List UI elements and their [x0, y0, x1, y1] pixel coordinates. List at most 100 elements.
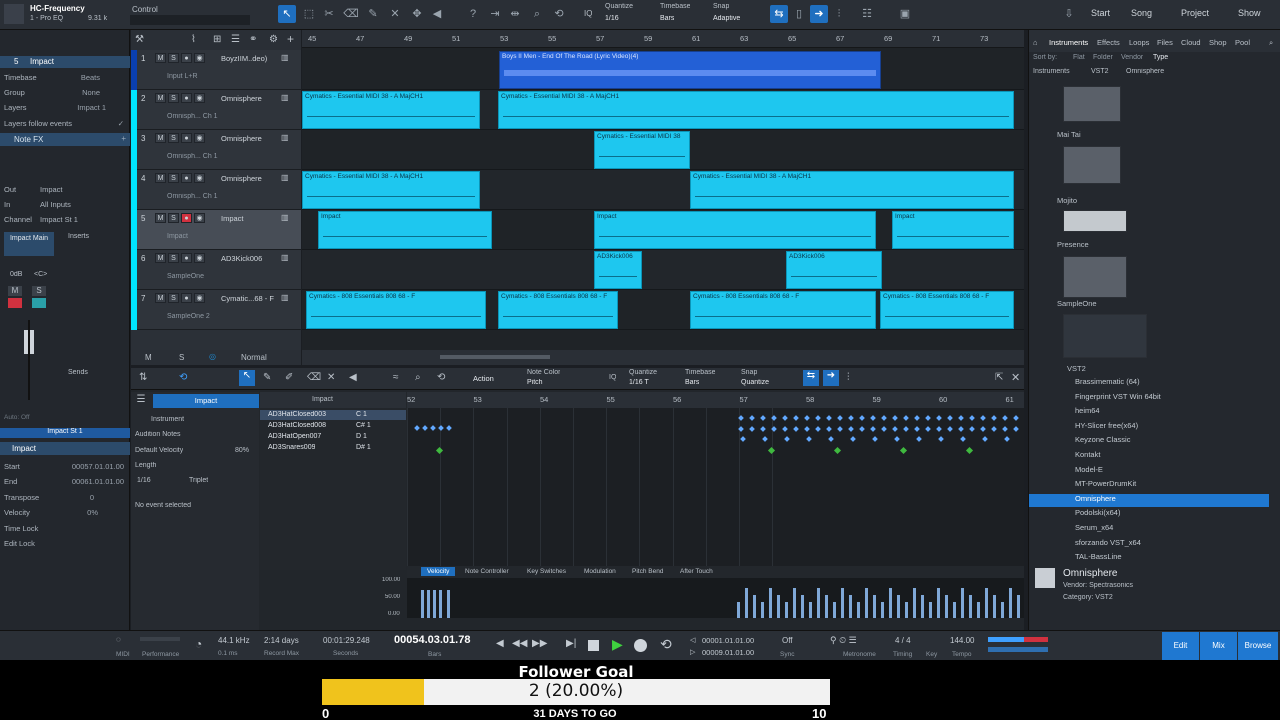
note-event[interactable] [414, 425, 420, 431]
track-header[interactable]: 5 M S ● ◉ Impact ▥ Impact [131, 210, 301, 250]
monitor-button[interactable]: ◉ [194, 293, 205, 303]
editor-mute-icon[interactable]: ✕ [327, 372, 335, 383]
download-icon[interactable]: ⇩ [1060, 5, 1078, 23]
velocity-bar[interactable] [849, 595, 852, 618]
eraser-tool-icon[interactable]: ⌫ [342, 5, 360, 23]
velocity-bar[interactable] [1017, 595, 1020, 618]
end-icon[interactable]: ▶| [566, 638, 576, 649]
monitor-button[interactable]: ◉ [194, 93, 205, 103]
plugin-item[interactable]: Serum_x64 [1061, 523, 1261, 536]
note-event[interactable] [947, 426, 953, 432]
instrument-icon[interactable]: ▥ [281, 53, 289, 62]
editor-ripple-icon[interactable]: ⫶ [847, 372, 850, 383]
editor-snap-select[interactable]: Quantize [741, 379, 769, 386]
sync-value[interactable]: Off [782, 636, 793, 645]
plugin-icon[interactable] [4, 4, 24, 24]
note-event[interactable] [958, 415, 964, 421]
mute-button[interactable]: M [155, 173, 166, 183]
time-seconds[interactable]: 00:01:29.248 [323, 636, 370, 645]
layout-icon[interactable]: ☷ [858, 5, 876, 23]
note-event[interactable] [881, 415, 887, 421]
arrange-clip[interactable]: AD3Kick006 [594, 251, 642, 289]
arrange-clip[interactable]: Cymatics - Essential MIDI 38 - A MajCH1 [498, 91, 1014, 129]
event-row[interactable]: End 00061.01.01.00 [4, 477, 126, 489]
path-instruments[interactable]: Instruments [1033, 68, 1070, 75]
note-event[interactable] [848, 426, 854, 432]
preset-thumbnail[interactable] [1063, 256, 1127, 298]
monitor-button[interactable]: ◉ [194, 173, 205, 183]
iq-icon[interactable]: IQ [609, 374, 616, 381]
view-icon[interactable]: ▣ [896, 5, 914, 23]
scroll-thumb[interactable] [440, 355, 550, 359]
note-event[interactable] [1002, 426, 1008, 432]
arrange-scrollbar[interactable] [302, 350, 1024, 365]
tab-pool[interactable]: Pool [1235, 38, 1250, 47]
tab-shop[interactable]: Shop [1209, 38, 1227, 47]
arrange-clip[interactable]: Impact [318, 211, 492, 249]
editor-ruler[interactable]: 52 53 54 55 56 57 58 59 60 61 [407, 392, 1024, 408]
note-event[interactable] [850, 436, 856, 442]
preset-thumbnail[interactable] [1063, 146, 1121, 184]
note-event[interactable] [859, 415, 865, 421]
note-event[interactable] [991, 415, 997, 421]
path-vst2[interactable]: VST2 [1091, 68, 1109, 75]
note-event[interactable] [914, 415, 920, 421]
solo-button[interactable]: S [168, 253, 179, 263]
plugin-preset[interactable]: 1 - Pro EQ [30, 15, 63, 22]
editor-list-icon[interactable]: ☰ [131, 394, 151, 408]
lane-tab-velocity[interactable]: Velocity [421, 567, 456, 576]
note-event[interactable] [982, 436, 988, 442]
velocity-bar[interactable] [921, 595, 924, 618]
folder-vst2[interactable]: VST2 [1067, 364, 1086, 373]
pad-row[interactable]: AD3HatClosed003 C 1 [260, 410, 406, 420]
velocity-bar[interactable] [913, 588, 916, 618]
track-input[interactable]: Input L+R [167, 73, 247, 80]
note-event[interactable] [804, 426, 810, 432]
note-event[interactable] [749, 415, 755, 421]
arrange-clip[interactable]: Cymatics - Essential MIDI 38 - A MajCH1 [302, 91, 480, 129]
piano-roll[interactable] [407, 408, 1024, 566]
note-fx-row[interactable]: Note FX + [0, 133, 130, 146]
solo-button[interactable]: S [168, 93, 179, 103]
cursor-follows-icon[interactable]: ▯ [790, 5, 808, 23]
link-icon[interactable]: ⚭ [249, 34, 257, 45]
loop-icon[interactable]: ⟲ [550, 5, 568, 23]
editor-nav-icon[interactable]: ⟲ [179, 372, 187, 383]
track-name[interactable]: Omnisphere [221, 174, 281, 183]
skip-icon[interactable]: ⇥ [486, 5, 504, 23]
metronome-icons[interactable]: ⚲ ⏲ ☰ [830, 635, 857, 646]
note-event[interactable] [435, 446, 444, 455]
wrench-icon[interactable]: ⚒ [135, 34, 144, 45]
note-event[interactable] [848, 415, 854, 421]
velocity-bar[interactable] [801, 595, 804, 618]
velocity-bar[interactable] [841, 588, 844, 618]
note-event[interactable] [899, 446, 908, 455]
preset-presence[interactable]: Presence [1057, 240, 1089, 249]
snap-select[interactable]: Adaptive [713, 15, 740, 22]
arrange-clip[interactable]: Cymatics - 808 Essentials 808 68 - F [880, 291, 1014, 329]
velocity-bar[interactable] [427, 590, 430, 618]
note-event[interactable] [947, 415, 953, 421]
solo-button[interactable]: S [32, 286, 46, 296]
nav-start[interactable]: Start [1091, 8, 1110, 18]
note-event[interactable] [793, 426, 799, 432]
track-height-select[interactable]: Normal [241, 353, 267, 362]
velocity-bar[interactable] [937, 588, 940, 618]
range-tool-icon[interactable]: ⬚ [300, 5, 318, 23]
editor-track-name[interactable]: Impact [153, 394, 259, 408]
note-event[interactable] [1004, 436, 1010, 442]
velocity-bar[interactable] [833, 602, 836, 618]
note-event[interactable] [870, 415, 876, 421]
default-velocity-value[interactable]: 80% [235, 447, 249, 454]
note-event[interactable] [806, 436, 812, 442]
arrange-clip[interactable]: Cymatics - 808 Essentials 808 68 - F [498, 291, 618, 329]
note-event[interactable] [815, 426, 821, 432]
quantize-select[interactable]: 1/16 [605, 15, 619, 22]
forward-icon[interactable]: ▶▶ [532, 638, 547, 649]
velocity-bar[interactable] [785, 602, 788, 618]
note-event[interactable] [938, 436, 944, 442]
event-row[interactable]: Edit Lock [4, 539, 126, 551]
plugin-item[interactable]: Kontakt [1061, 450, 1261, 463]
track-name[interactable]: Impact [221, 214, 281, 223]
inspector-track-header[interactable]: 5 Impact [0, 56, 130, 68]
